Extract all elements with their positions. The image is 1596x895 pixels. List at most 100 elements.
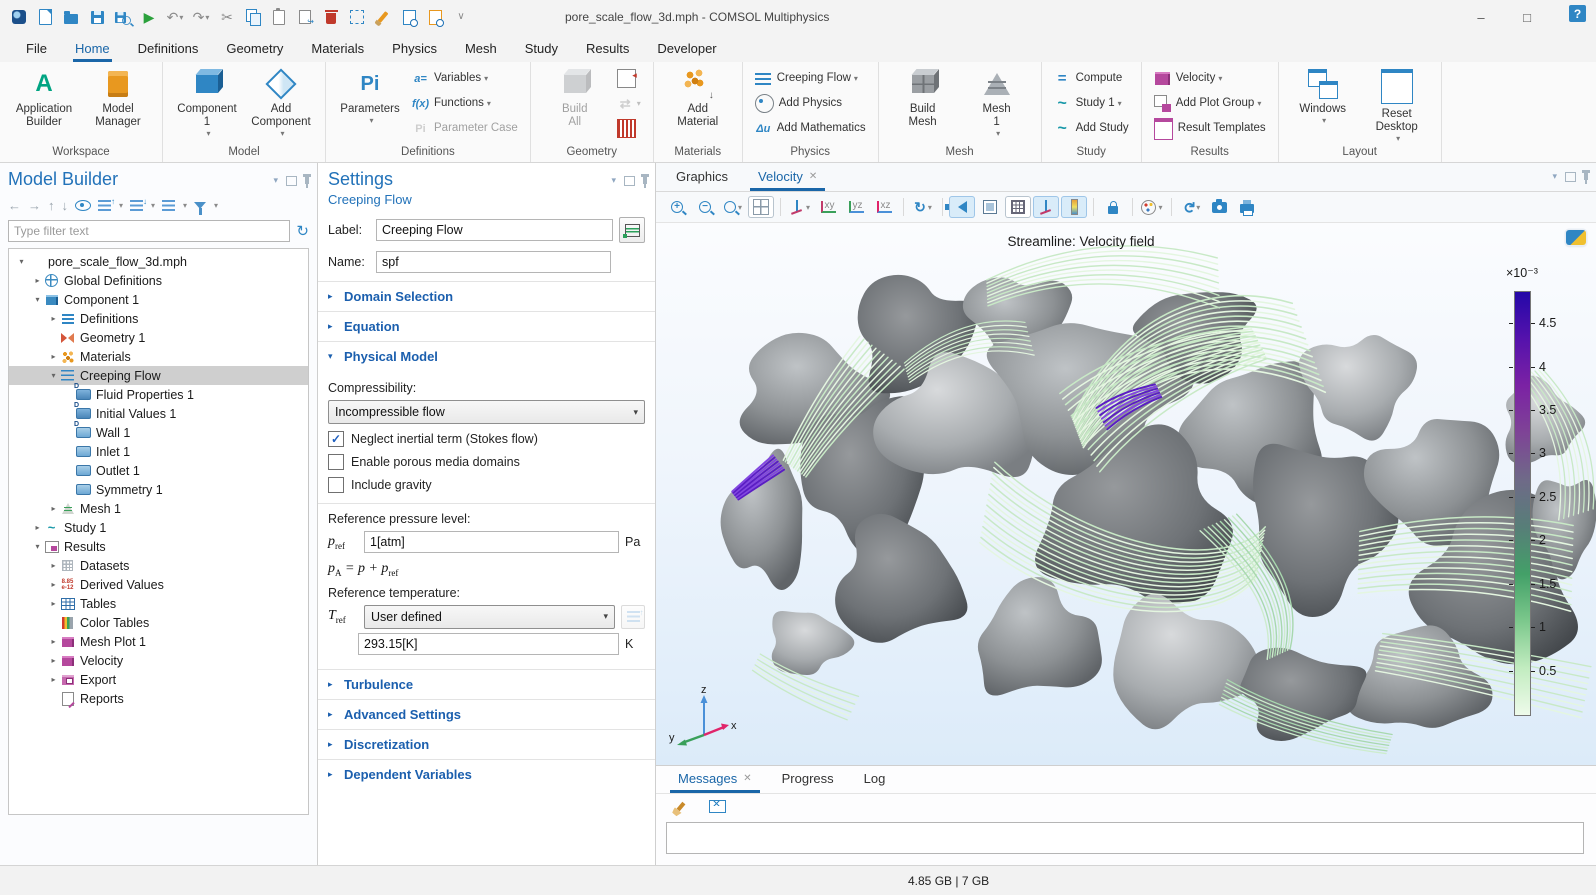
messages-tab-log[interactable]: Log bbox=[856, 771, 894, 793]
plot-thumbnail-icon[interactable] bbox=[1566, 230, 1586, 245]
float-panel-icon[interactable] bbox=[1565, 172, 1576, 182]
model-tree-nodes-icon[interactable] bbox=[162, 200, 175, 211]
select-box-button[interactable] bbox=[346, 6, 368, 28]
ref-temperature-input[interactable] bbox=[358, 633, 619, 655]
reset-desktop-button[interactable]: Reset Desktop▾ bbox=[1361, 66, 1433, 145]
message-settings-button[interactable] bbox=[704, 795, 730, 817]
highlight-brush-button[interactable] bbox=[372, 6, 394, 28]
pin-icon[interactable] bbox=[305, 177, 309, 184]
insert-sequence-button[interactable] bbox=[613, 66, 645, 91]
panel-menu-icon[interactable]: ▾ bbox=[273, 175, 278, 186]
messages-tab-progress[interactable]: Progress bbox=[774, 771, 842, 793]
expander-icon[interactable]: ▸ bbox=[31, 523, 44, 532]
tree-item-wall-1[interactable]: Wall 1 bbox=[9, 423, 308, 442]
tree-item-pore-scale-flow-3d-mph[interactable]: ▾pore_scale_flow_3d.mph bbox=[9, 252, 308, 271]
rename-button[interactable] bbox=[619, 217, 645, 243]
add-physics-button[interactable]: Add Physics bbox=[751, 91, 870, 116]
help-button[interactable]: ? bbox=[1569, 5, 1586, 22]
checkbox-include-gravity[interactable]: Include gravity bbox=[328, 477, 645, 493]
ref-pressure-input[interactable] bbox=[364, 531, 619, 553]
expander-icon[interactable]: ▸ bbox=[47, 352, 60, 361]
go-to-view-button[interactable]: ▾ bbox=[787, 196, 813, 218]
messages-output-box[interactable] bbox=[666, 822, 1584, 854]
show-axis-orientation-button[interactable] bbox=[1033, 196, 1059, 218]
dropdown-arrow-icon[interactable]: ▾ bbox=[214, 201, 218, 210]
back-button[interactable]: ← bbox=[8, 198, 21, 213]
duplicate-button[interactable] bbox=[294, 6, 316, 28]
zoom-in-button[interactable]: + bbox=[664, 196, 690, 218]
preview-document-button[interactable] bbox=[398, 6, 420, 28]
panel-menu-icon[interactable]: ▾ bbox=[1552, 171, 1557, 182]
expander-icon[interactable]: ▸ bbox=[31, 276, 44, 285]
snapshot-button[interactable] bbox=[1206, 196, 1232, 218]
section-discretization[interactable]: ▸Discretization bbox=[318, 729, 655, 759]
ref-temperature-select[interactable]: User defined ▾ bbox=[364, 605, 615, 629]
expander-icon[interactable]: ▸ bbox=[47, 561, 60, 570]
zoom-extents-button[interactable] bbox=[748, 196, 774, 218]
tree-item-derived-values[interactable]: ▸8.85 e-12Derived Values bbox=[9, 575, 308, 594]
label-input[interactable] bbox=[376, 219, 613, 241]
clear-messages-button[interactable] bbox=[668, 795, 694, 817]
minimize-button[interactable]: – bbox=[1458, 0, 1504, 34]
tree-item-outlet-1[interactable]: Outlet 1 bbox=[9, 461, 308, 480]
component-1-button[interactable]: Component 1▾ bbox=[171, 66, 243, 145]
menu-study[interactable]: Study bbox=[523, 42, 560, 62]
expander-icon[interactable]: ▾ bbox=[47, 371, 60, 380]
menu-developer[interactable]: Developer bbox=[655, 42, 718, 62]
paste-button[interactable] bbox=[268, 6, 290, 28]
tree-item-symmetry-1[interactable]: Symmetry 1 bbox=[9, 480, 308, 499]
add-plot-group-button[interactable]: Add Plot Group▾ bbox=[1150, 91, 1270, 116]
tree-item-fluid-properties-1[interactable]: Fluid Properties 1 bbox=[9, 385, 308, 404]
run-button[interactable]: ▶ bbox=[138, 6, 160, 28]
menu-materials[interactable]: Materials bbox=[309, 42, 366, 62]
maximize-button[interactable]: □ bbox=[1504, 0, 1550, 34]
remove-details-button[interactable] bbox=[613, 116, 645, 141]
name-input[interactable] bbox=[376, 251, 611, 273]
add-mathematics-button[interactable]: ΔuAdd Mathematics bbox=[751, 116, 870, 141]
lock-view-button[interactable] bbox=[1100, 196, 1126, 218]
move-up-button[interactable]: ↑ bbox=[48, 198, 55, 213]
section-physical-model[interactable]: ▾ Physical Model bbox=[318, 341, 655, 371]
functions-button[interactable]: f(x)Functions▾ bbox=[408, 91, 522, 116]
show-options-icon[interactable] bbox=[75, 200, 91, 211]
search-document-button[interactable] bbox=[424, 6, 446, 28]
dropdown-arrow-icon[interactable]: ▾ bbox=[119, 201, 123, 210]
save-as-button[interactable] bbox=[112, 6, 134, 28]
add-material-button[interactable]: Add Material bbox=[662, 66, 734, 145]
tree-item-materials[interactable]: ▸Materials bbox=[9, 347, 308, 366]
pin-icon[interactable] bbox=[643, 177, 647, 184]
add-study-button[interactable]: ~Add Study bbox=[1050, 116, 1133, 141]
expander-icon[interactable]: ▸ bbox=[47, 580, 60, 589]
show-grid-button[interactable] bbox=[1005, 196, 1031, 218]
forward-button[interactable]: → bbox=[28, 198, 41, 213]
velocity-button[interactable]: Velocity▾ bbox=[1150, 66, 1270, 91]
tree-item-reports[interactable]: Reports bbox=[9, 689, 308, 708]
panel-menu-icon[interactable]: ▾ bbox=[611, 175, 616, 186]
graphics-canvas[interactable]: Streamline: Velocity field ×10⁻³ 4.543.5… bbox=[656, 223, 1596, 765]
copy-button[interactable] bbox=[242, 6, 264, 28]
study-1-button[interactable]: ~Study 1▾ bbox=[1050, 91, 1133, 116]
tree-item-inlet-1[interactable]: Inlet 1 bbox=[9, 442, 308, 461]
section-domain-selection[interactable]: ▸Domain Selection bbox=[318, 281, 655, 311]
print-button[interactable] bbox=[1234, 196, 1260, 218]
tree-item-geometry-1[interactable]: Geometry 1 bbox=[9, 328, 308, 347]
graphics-tab-velocity[interactable]: Velocity✕ bbox=[750, 169, 825, 191]
mesh-1-button[interactable]: Mesh 1▾ bbox=[961, 66, 1033, 145]
expander-icon[interactable]: ▸ bbox=[47, 314, 60, 323]
show-color-legend-button[interactable] bbox=[1061, 196, 1087, 218]
tree-item-component-1[interactable]: ▾Component 1 bbox=[9, 290, 308, 309]
dropdown-arrow-icon[interactable]: ▾ bbox=[151, 201, 155, 210]
expander-icon[interactable]: ▸ bbox=[47, 675, 60, 684]
menu-home[interactable]: Home bbox=[73, 42, 112, 62]
zoom-box-button[interactable]: ▾ bbox=[720, 196, 746, 218]
creeping-flow-button[interactable]: Creeping Flow▾ bbox=[751, 66, 870, 91]
compute-button[interactable]: =Compute bbox=[1050, 66, 1133, 91]
section-dependent-variables[interactable]: ▸Dependent Variables bbox=[318, 759, 655, 789]
new-file-button[interactable] bbox=[34, 6, 56, 28]
menu-definitions[interactable]: Definitions bbox=[136, 42, 201, 62]
color-theme-button[interactable]: ▾ bbox=[1139, 196, 1165, 218]
close-tab-icon[interactable]: ✕ bbox=[809, 171, 817, 182]
expander-icon[interactable]: ▾ bbox=[31, 295, 44, 304]
tree-item-datasets[interactable]: ▸Datasets bbox=[9, 556, 308, 575]
section-turbulence[interactable]: ▸Turbulence bbox=[318, 669, 655, 699]
